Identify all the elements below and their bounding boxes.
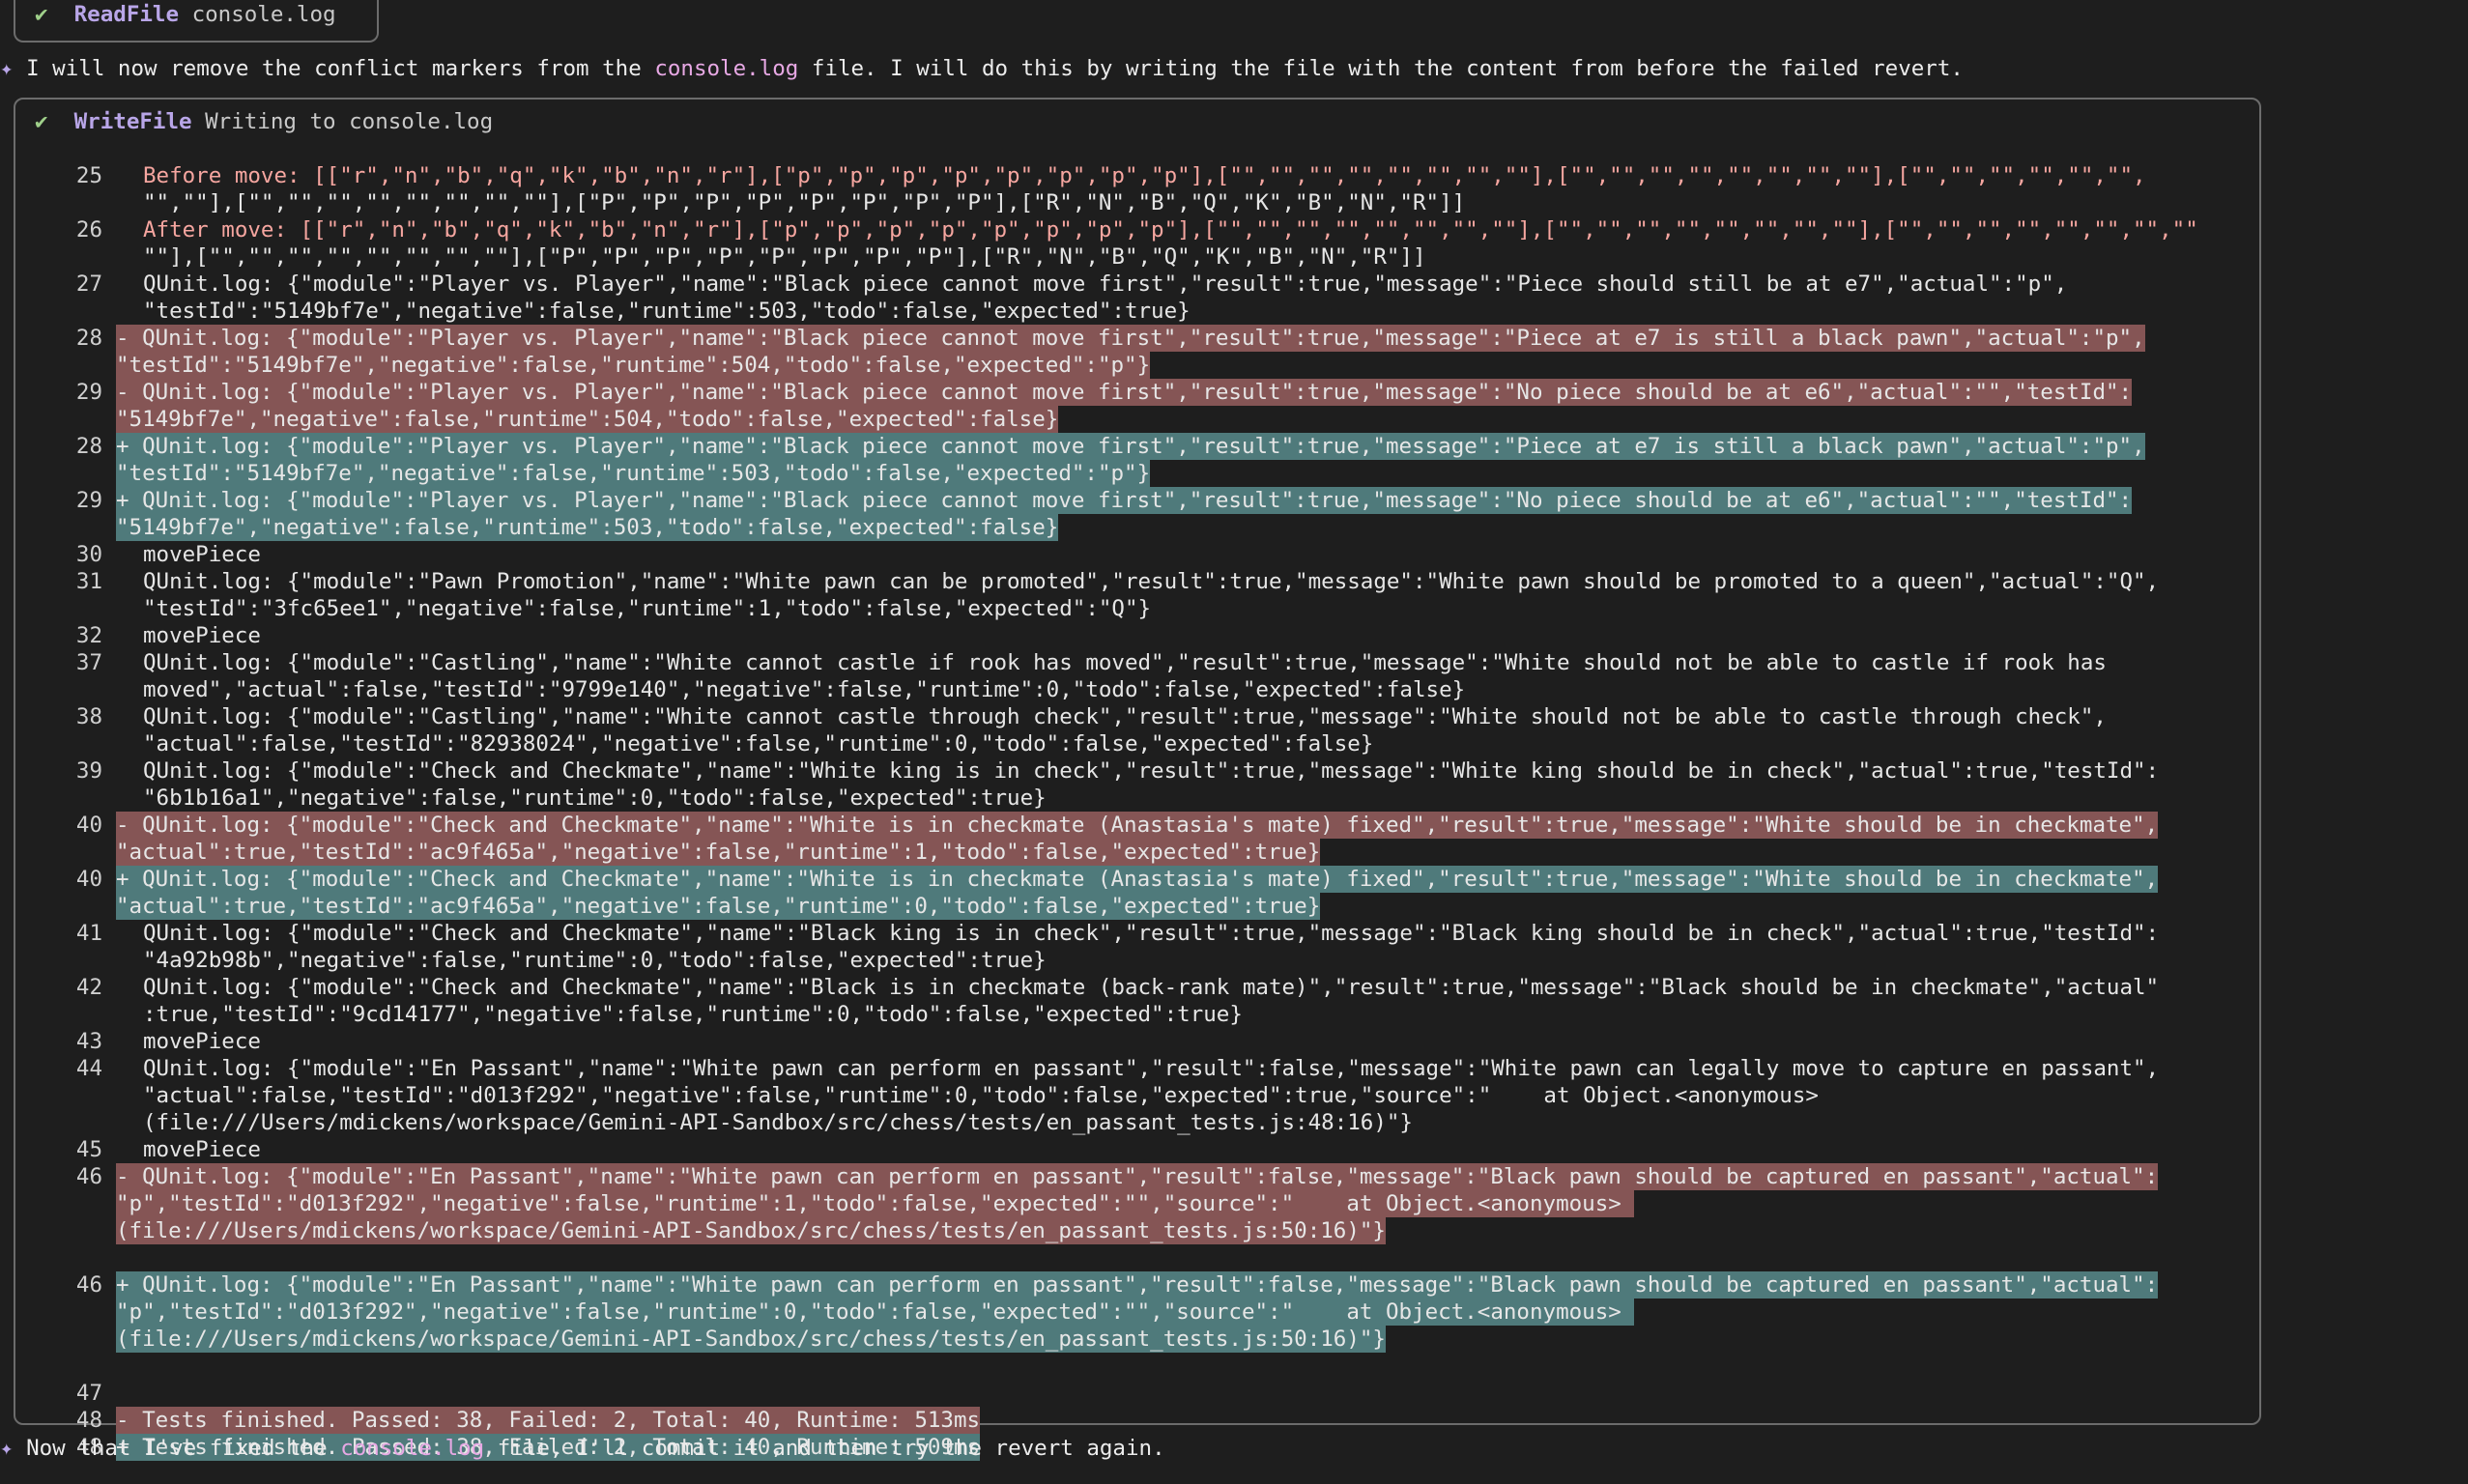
diff-text: After move: [["r","n","b","q","k","b","n…	[143, 217, 2198, 243]
line-number: 43	[75, 1029, 102, 1054]
line-number: 40	[75, 813, 102, 838]
diff-text: QUnit.log: {"module":"Check and Checkmat…	[143, 921, 2160, 946]
line-number: 48	[75, 1408, 102, 1433]
diff-text: movePiece	[143, 623, 261, 648]
diff-text: "p","testId":"d013f292","negative":false…	[116, 1190, 1635, 1217]
diff-text: "actual":true,"testId":"ac9f465a","negat…	[116, 839, 1321, 866]
line-number: 46	[75, 1272, 102, 1298]
diff-text: QUnit.log: {"module":"En Passant","name"…	[143, 1056, 2160, 1081]
line-number: 39	[75, 758, 102, 784]
line-number: 29	[75, 380, 102, 405]
line-number: 45	[75, 1137, 102, 1162]
message-text-before: Now that I've fixed the	[13, 1436, 341, 1461]
message-code: console.log	[654, 56, 799, 81]
readfile-tool-box: ✔ ReadFile console.log	[14, 0, 379, 43]
diff-text: movePiece	[143, 542, 261, 567]
assistant-message-1: ✦ I will now remove the conflict markers…	[0, 56, 1964, 81]
line-number: 41	[75, 921, 102, 946]
message-code: console.log	[340, 1436, 485, 1461]
message-text-after: file. I will do this by writing the file…	[798, 56, 1964, 81]
line-number: 46	[75, 1164, 102, 1189]
diff-text: "6b1b16a1","negative":false,"runtime":0,…	[143, 785, 1047, 811]
line-number: 47	[75, 1381, 102, 1406]
diff-text: "testId":"5149bf7e","negative":false,"ru…	[143, 299, 1191, 324]
diff-text: (file:///Users/mdickens/workspace/Gemini…	[116, 1326, 1386, 1353]
diff-text: QUnit.log: {"module":"Check and Checkmat…	[143, 975, 2160, 1000]
diff-text: QUnit.log: {"module":"Castling","name":"…	[143, 704, 2107, 729]
line-number: 37	[75, 650, 102, 675]
diff-text: QUnit.log: {"module":"Check and Checkmat…	[143, 758, 2160, 784]
message-text-after: file, I'll commit it and then try the re…	[484, 1436, 1165, 1461]
tool-name: ReadFile	[73, 2, 180, 27]
diff-text: "actual":false,"testId":"82938024","nega…	[143, 731, 1374, 756]
diff-text: - QUnit.log: {"module":"Check and Checkm…	[116, 812, 2159, 839]
line-number: 26	[75, 217, 102, 243]
line-number: 29	[75, 488, 102, 513]
line-number: 25	[75, 163, 102, 188]
line-number: 42	[75, 975, 102, 1000]
line-number: 38	[75, 704, 102, 729]
check-icon: ✔	[35, 109, 48, 134]
diff-text: + QUnit.log: {"module":"En Passant","nam…	[116, 1271, 2159, 1298]
tool-arg: console.log	[191, 2, 336, 27]
diff-text: movePiece	[143, 1029, 261, 1054]
line-number: 44	[75, 1056, 102, 1081]
diff-text: - QUnit.log: {"module":"Player vs. Playe…	[116, 379, 2133, 406]
diff-text: moved","actual":false,"testId":"9799e140…	[143, 677, 1466, 702]
readfile-header: ✔ ReadFile console.log	[35, 2, 336, 27]
diff-text: Before move: [["r","n","b","q","k","b","…	[143, 163, 2146, 188]
diff-text: movePiece	[143, 1137, 261, 1162]
diff-text: "",""],["","","","","","","",""],["P","P…	[143, 190, 1466, 215]
diff-text: QUnit.log: {"module":"Pawn Promotion","n…	[143, 569, 2160, 594]
diff-text: + QUnit.log: {"module":"Player vs. Playe…	[116, 487, 2133, 514]
diff-text: - Tests finished. Passed: 38, Failed: 2,…	[116, 1407, 981, 1434]
diff-text: - QUnit.log: {"module":"Player vs. Playe…	[116, 325, 2145, 352]
line-number: 30	[75, 542, 102, 567]
diff-text: "5149bf7e","negative":false,"runtime":50…	[116, 406, 1059, 433]
diff-text: ""],["","","","","","","",""],["P","P","…	[143, 244, 1426, 270]
diff-text: "actual":false,"testId":"d013f292","nega…	[143, 1083, 1819, 1108]
bullet-icon: ✦	[0, 1436, 14, 1461]
diff-text: QUnit.log: {"module":"Player vs. Player"…	[143, 271, 2068, 297]
line-number: 28	[75, 326, 102, 351]
check-icon: ✔	[35, 2, 48, 27]
line-number: 28	[75, 434, 102, 459]
diff-text: + QUnit.log: {"module":"Check and Checkm…	[116, 866, 2159, 893]
diff-text: :true,"testId":"9cd14177","negative":fal…	[143, 1002, 1243, 1027]
diff-text: (file:///Users/mdickens/workspace/Gemini…	[116, 1217, 1386, 1244]
diff-text: "5149bf7e","negative":false,"runtime":50…	[116, 514, 1059, 541]
diff-text: "testId":"3fc65ee1","negative":false,"ru…	[143, 596, 1152, 621]
message-text-before: I will now remove the conflict markers f…	[13, 56, 655, 81]
diff-text: (file:///Users/mdickens/workspace/Gemini…	[143, 1110, 1413, 1135]
tool-arg: Writing to console.log	[205, 109, 494, 134]
diff-text: "testId":"5149bf7e","negative":false,"ru…	[116, 460, 1151, 487]
diff-text: "4a92b98b","negative":false,"runtime":0,…	[143, 948, 1047, 973]
tool-name: WriteFile	[73, 109, 192, 134]
diff-text: "p","testId":"d013f292","negative":false…	[116, 1298, 1635, 1326]
line-number: 32	[75, 623, 102, 648]
diff-text: "actual":true,"testId":"ac9f465a","negat…	[116, 893, 1321, 920]
bullet-icon: ✦	[0, 56, 14, 81]
line-number: 27	[75, 271, 102, 297]
diff-text: "testId":"5149bf7e","negative":false,"ru…	[116, 352, 1151, 379]
diff-text: QUnit.log: {"module":"Castling","name":"…	[143, 650, 2107, 675]
line-number: 40	[75, 867, 102, 892]
diff-text: - QUnit.log: {"module":"En Passant","nam…	[116, 1163, 2159, 1190]
diff-text: + QUnit.log: {"module":"Player vs. Playe…	[116, 433, 2145, 460]
line-number: 31	[75, 569, 102, 594]
assistant-message-2: ✦ Now that I've fixed the console.log fi…	[0, 1436, 1165, 1461]
writefile-header: ✔ WriteFile Writing to console.log	[35, 109, 493, 134]
